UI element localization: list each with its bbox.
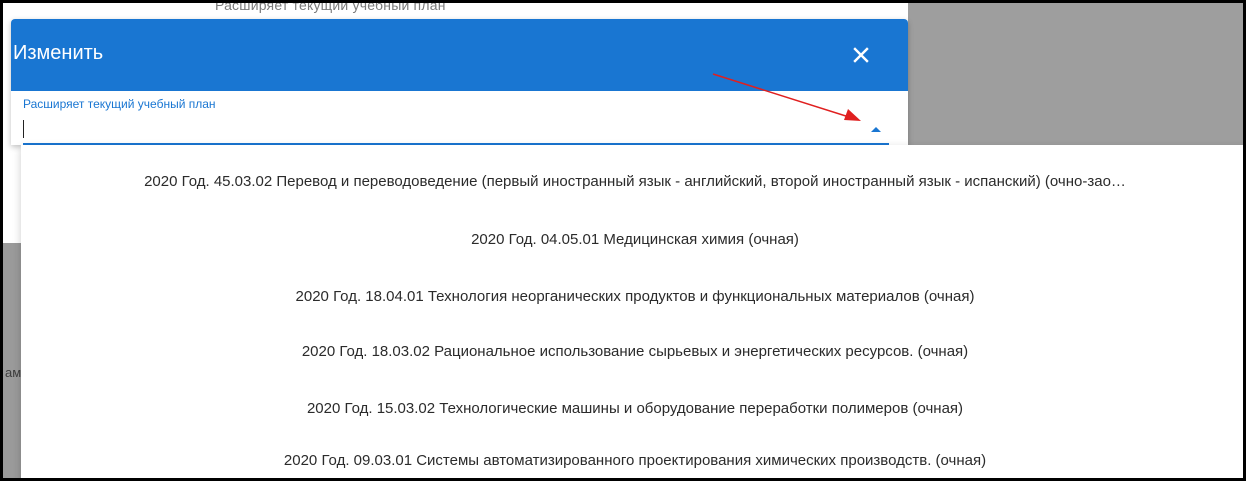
menu-item[interactable]: 2020 Год. 15.03.02 Технологические машин… (21, 390, 1243, 426)
curriculum-select-input[interactable] (23, 117, 889, 145)
dropdown-menu: 2020 Год. 45.03.02 Перевод и переводовед… (21, 145, 1243, 478)
menu-item[interactable]: 2020 Год. 04.05.01 Медицинская химия (оч… (21, 221, 1243, 257)
edit-dialog: Изменить Расширяет текущий учебный план (11, 19, 908, 145)
close-icon (853, 47, 869, 63)
menu-item[interactable]: 2020 Год. 09.03.01 Системы автоматизиров… (21, 442, 1243, 478)
background-text: Расширяет текущий учебный план (215, 0, 446, 13)
background-page (3, 3, 908, 19)
menu-item[interactable]: 2020 Год. 18.04.01 Технология неорганиче… (21, 278, 1243, 314)
background-partial-label: ам (5, 365, 22, 380)
menu-item[interactable]: 2020 Год. 18.03.02 Рациональное использо… (21, 333, 1243, 369)
field-label: Расширяет текущий учебный план (23, 97, 216, 111)
menu-item[interactable]: 2020 Год. 45.03.02 Перевод и переводовед… (21, 163, 1243, 199)
dialog-title: Изменить (13, 42, 104, 64)
text-cursor (23, 120, 24, 138)
modal-backdrop-left (3, 243, 21, 478)
screenshot-frame: Расширяет текущий учебный план ам Измени… (0, 0, 1246, 481)
close-button[interactable] (845, 39, 877, 71)
dialog-header: Изменить (11, 19, 908, 91)
modal-backdrop (908, 3, 1243, 145)
chevron-up-icon[interactable] (870, 125, 882, 133)
